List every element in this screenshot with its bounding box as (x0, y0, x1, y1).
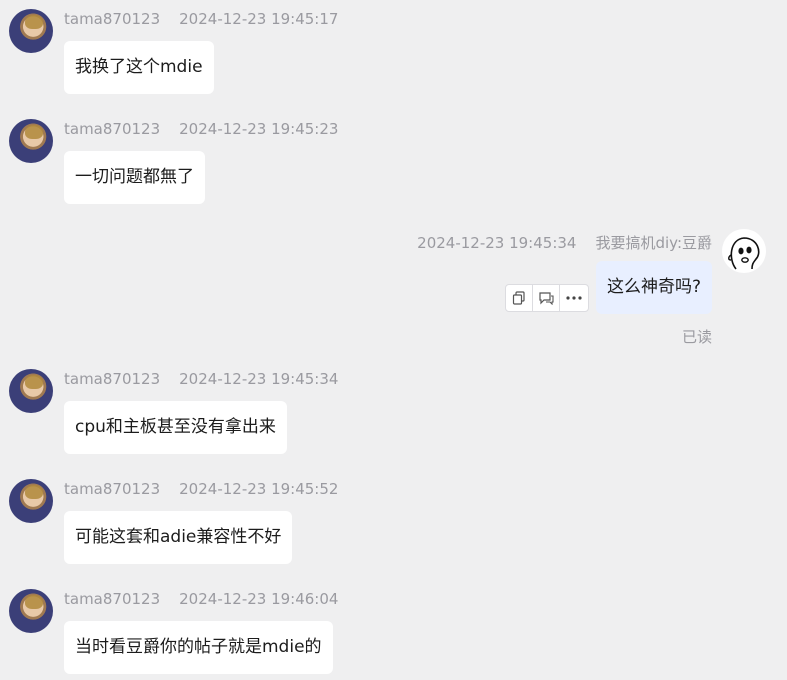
message-meta: tama870123 2024-12-23 19:45:23 (64, 120, 338, 138)
timestamp: 2024-12-23 19:46:04 (179, 590, 339, 608)
message-meta: tama870123 2024-12-23 19:45:52 (64, 480, 338, 498)
message-bubble[interactable]: 一切问题都無了 (64, 151, 205, 204)
message-bubble[interactable]: 我换了这个mdie (64, 41, 214, 94)
message-meta: 2024-12-23 19:45:34 我要搞机diy:豆爵 (417, 232, 712, 253)
more-icon[interactable] (560, 285, 588, 311)
timestamp: 2024-12-23 19:45:23 (179, 120, 339, 138)
sender-name[interactable]: tama870123 (64, 590, 160, 608)
avatar[interactable] (722, 229, 766, 273)
message-meta: tama870123 2024-12-23 19:45:34 (64, 370, 338, 388)
message-meta: tama870123 2024-12-23 19:45:17 (64, 10, 338, 28)
message-item: tama870123 2024-12-23 19:45:23 一切问题都無了 (0, 110, 787, 220)
message-bubble[interactable]: 这么神奇吗? (595, 261, 712, 314)
message-item: tama870123 2024-12-23 19:45:52 可能这套和adie兼… (0, 470, 787, 580)
timestamp: 2024-12-23 19:45:34 (179, 370, 339, 388)
message-item: tama870123 2024-12-23 19:45:34 cpu和主板甚至没有… (0, 360, 787, 470)
message-item-self: 2024-12-23 19:45:34 我要搞机diy:豆爵 这么神奇吗? 已读 (0, 220, 787, 360)
message-bubble[interactable]: 可能这套和adie兼容性不好 (64, 511, 293, 564)
timestamp: 2024-12-23 19:45:34 (417, 234, 577, 252)
cartoon-avatar-icon (728, 237, 760, 270)
copy-icon[interactable] (506, 285, 533, 311)
quote-reply-icon[interactable] (533, 285, 560, 311)
timestamp: 2024-12-23 19:45:52 (179, 480, 339, 498)
timestamp: 2024-12-23 19:45:17 (179, 10, 339, 28)
avatar[interactable] (9, 9, 53, 53)
message-bubble[interactable]: cpu和主板甚至没有拿出来 (64, 401, 287, 454)
message-item: tama870123 2024-12-23 19:46:04 当时看豆爵你的帖子就… (0, 580, 787, 680)
read-status: 已读 (681, 328, 712, 346)
message-bubble[interactable]: 当时看豆爵你的帖子就是mdie的 (64, 621, 333, 674)
sender-name[interactable]: tama870123 (64, 120, 160, 138)
sender-name[interactable]: 我要搞机diy:豆爵 (595, 234, 712, 252)
sender-name[interactable]: tama870123 (64, 370, 160, 388)
avatar[interactable] (9, 589, 53, 633)
message-meta: tama870123 2024-12-23 19:46:04 (64, 590, 338, 608)
message-item: tama870123 2024-12-23 19:45:17 我换了这个mdie (0, 0, 787, 110)
avatar[interactable] (9, 369, 53, 413)
sender-name[interactable]: tama870123 (64, 480, 160, 498)
message-actions (505, 284, 589, 312)
avatar[interactable] (9, 119, 53, 163)
sender-name[interactable]: tama870123 (64, 10, 160, 28)
avatar[interactable] (9, 479, 53, 523)
